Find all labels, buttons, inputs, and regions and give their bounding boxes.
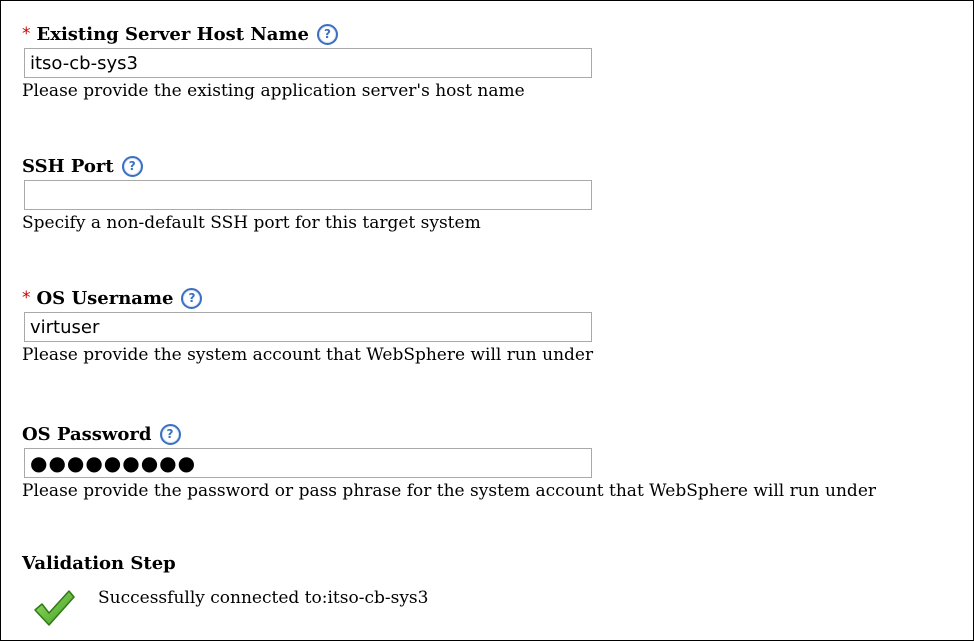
help-icon[interactable]: ? <box>121 155 143 177</box>
os-password-field: OS Password ? Please provide the passwor… <box>22 421 876 501</box>
checkmark-icon <box>34 590 75 626</box>
ssh-port-field: SSH Port ? Specify a non-default SSH por… <box>22 153 592 233</box>
host-name-input[interactable] <box>24 48 592 78</box>
ssh-port-label-row: SSH Port ? <box>22 153 592 179</box>
help-icon[interactable]: ? <box>159 423 181 445</box>
help-icon[interactable]: ? <box>181 287 203 309</box>
validation-status: Successfully connected to:itso-cb-sys3 <box>32 586 428 630</box>
os-password-input[interactable] <box>24 448 592 478</box>
os-password-label-row: OS Password ? <box>22 421 876 447</box>
os-username-hint: Please provide the system account that W… <box>22 345 594 365</box>
host-name-label-row: * Existing Server Host Name ? <box>22 21 592 47</box>
validation-step-title: Validation Step <box>22 553 176 574</box>
help-icon[interactable]: ? <box>316 23 338 45</box>
os-username-label-row: * OS Username ? <box>22 285 593 311</box>
required-marker: * <box>22 24 31 44</box>
ssh-port-hint: Specify a non-default SSH port for this … <box>22 213 481 233</box>
ssh-port-input[interactable] <box>24 180 592 210</box>
os-password-label: OS Password <box>22 423 152 445</box>
host-name-hint: Please provide the existing application … <box>22 81 525 101</box>
validation-status-text: Successfully connected to:itso-cb-sys3 <box>98 588 429 608</box>
host-name-label: Existing Server Host Name <box>36 23 309 45</box>
os-password-hint: Please provide the password or pass phra… <box>22 481 877 501</box>
required-marker: * <box>22 288 31 308</box>
os-username-label: OS Username <box>36 287 174 309</box>
os-username-field: * OS Username ? Please provide the syste… <box>22 285 593 365</box>
host-name-field: * Existing Server Host Name ? Please pro… <box>22 21 592 101</box>
os-username-input[interactable] <box>24 312 592 342</box>
ssh-port-label: SSH Port <box>22 155 114 177</box>
